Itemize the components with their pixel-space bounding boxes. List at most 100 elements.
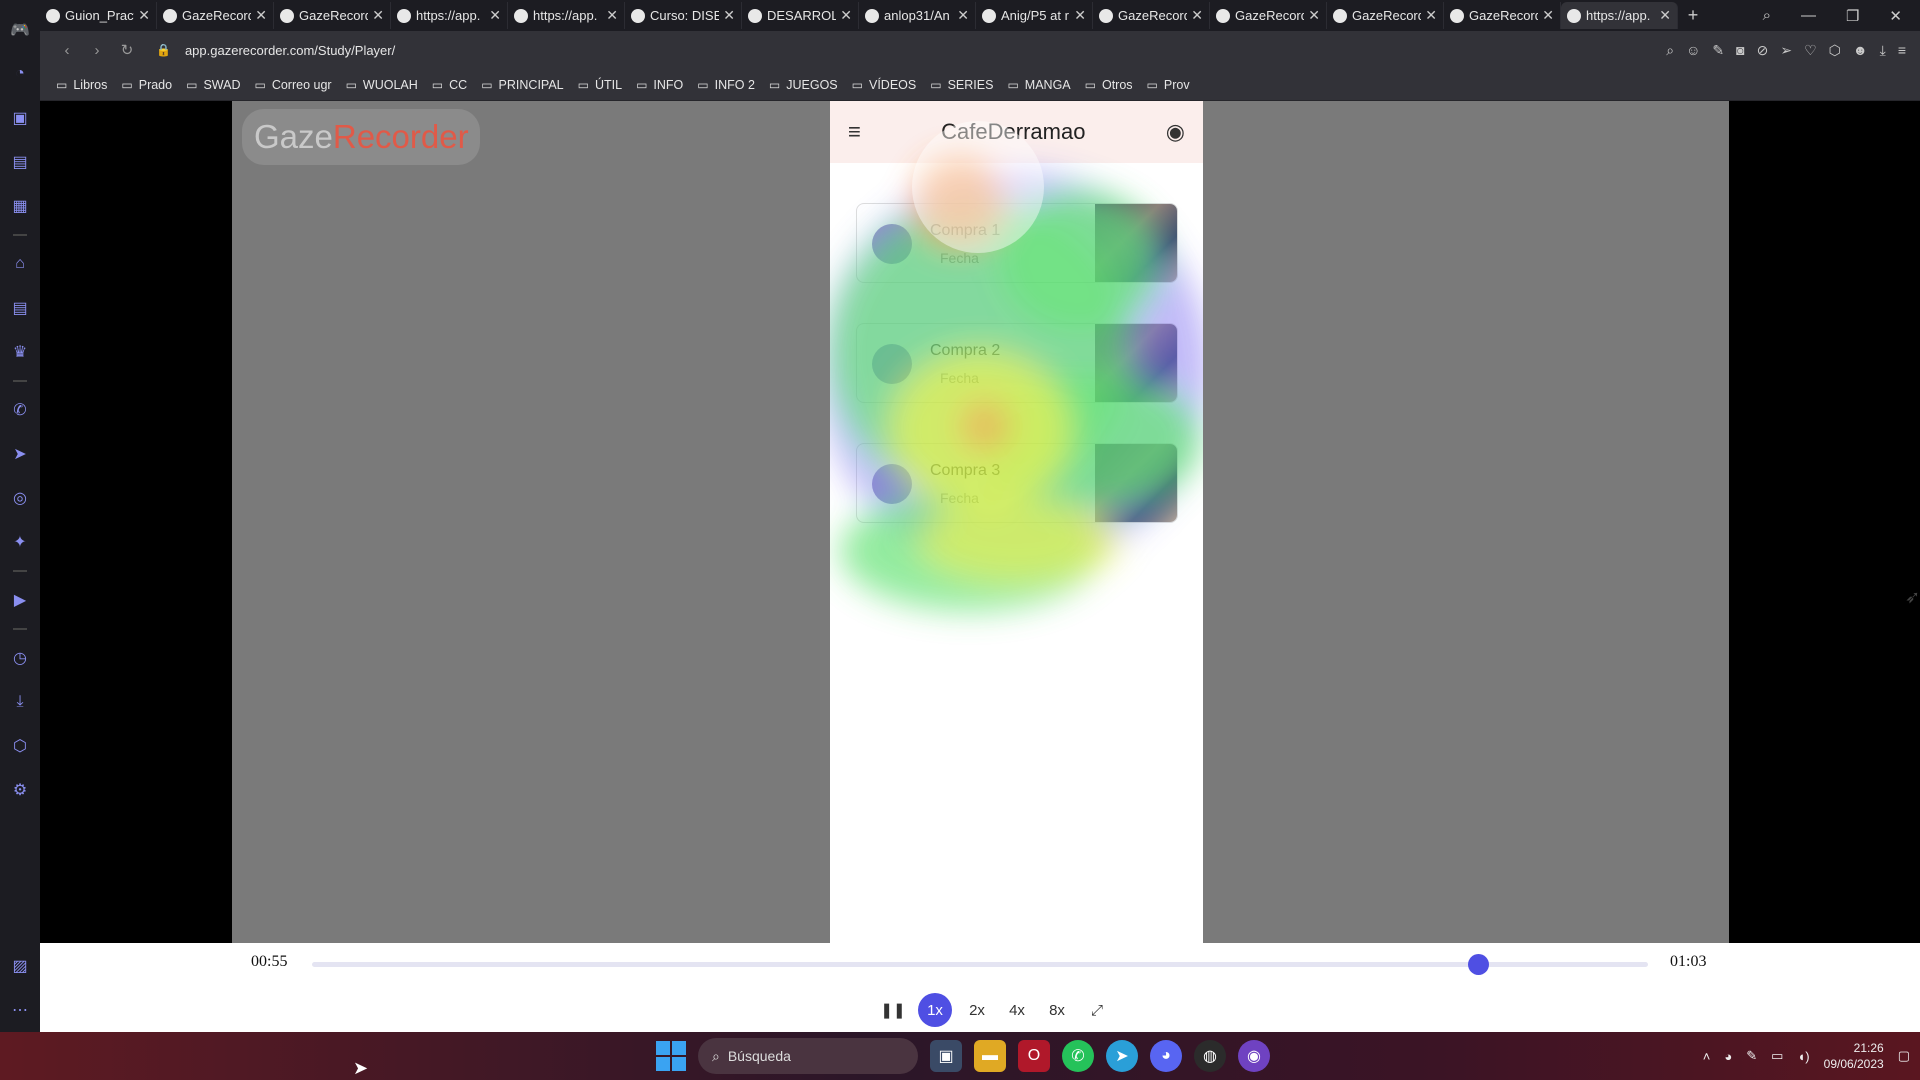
- bookmark-item[interactable]: ▭ CC: [432, 78, 467, 92]
- instagram-icon[interactable]: ◎: [7, 485, 33, 511]
- browser-tab[interactable]: GazeRecord ✕: [274, 2, 391, 29]
- chevron-up-icon[interactable]: ˄: [1703, 1049, 1711, 1064]
- progress-knob[interactable]: [1468, 954, 1490, 975]
- bookmark-item[interactable]: ▭ Correo ugr: [254, 78, 331, 92]
- document-icon[interactable]: ▤: [7, 295, 33, 321]
- account-icon[interactable]: ◉: [1166, 119, 1185, 145]
- close-tab-icon[interactable]: ✕: [1659, 7, 1671, 24]
- telegram-icon[interactable]: ➤: [7, 441, 33, 467]
- cube-icon[interactable]: ⬡: [7, 733, 33, 759]
- telegram-icon[interactable]: ➤: [1106, 1040, 1138, 1072]
- browser-tab[interactable]: https://app. ✕: [1561, 2, 1678, 29]
- briefcase-icon[interactable]: ▣: [7, 105, 33, 131]
- bookmark-item[interactable]: ▭ INFO 2: [697, 78, 755, 92]
- close-tab-icon[interactable]: ✕: [489, 7, 501, 24]
- bookmark-item[interactable]: ▭ PRINCIPAL: [481, 78, 563, 92]
- zoom-icon[interactable]: ⌕: [1666, 42, 1674, 59]
- camera-icon[interactable]: ◙: [1736, 42, 1744, 59]
- back-icon[interactable]: ‹: [52, 42, 82, 59]
- whatsapp-icon[interactable]: ✆: [7, 397, 33, 423]
- browser-tab[interactable]: DESARROLL ✕: [742, 2, 859, 29]
- bookmark-item[interactable]: ▭ Otros: [1085, 78, 1133, 92]
- settings-icon[interactable]: ⚙: [7, 777, 33, 803]
- hamburger-menu-icon[interactable]: ≡: [848, 119, 861, 145]
- download-icon[interactable]: ⤓: [7, 689, 33, 715]
- twitch-icon[interactable]: ▤: [7, 149, 33, 175]
- close-tab-icon[interactable]: ✕: [1425, 7, 1437, 24]
- browser-tab[interactable]: anlop31/An ✕: [859, 2, 976, 29]
- close-window-icon[interactable]: ✕: [1889, 7, 1902, 25]
- volume-icon[interactable]: ◖): [1797, 1049, 1809, 1064]
- close-tab-icon[interactable]: ✕: [1308, 7, 1320, 24]
- edit-icon[interactable]: ✎: [1712, 42, 1724, 59]
- url-text[interactable]: app.gazerecorder.com/Study/Player/: [185, 43, 395, 58]
- pause-icon[interactable]: ❚❚: [878, 995, 908, 1025]
- twitter-icon[interactable]: ✦: [7, 529, 33, 555]
- close-tab-icon[interactable]: ✕: [957, 7, 969, 24]
- more-icon[interactable]: ⋯: [7, 997, 33, 1023]
- whatsapp-icon[interactable]: ✆: [1062, 1040, 1094, 1072]
- close-tab-icon[interactable]: ✕: [1542, 7, 1554, 24]
- bookmark-item[interactable]: ▭ Prado: [121, 78, 172, 92]
- discord-tray-icon[interactable]: ◕: [1724, 1049, 1732, 1064]
- task-view-icon[interactable]: ▣: [930, 1040, 962, 1072]
- windows-start-icon[interactable]: [656, 1041, 686, 1071]
- clock[interactable]: 21:26 09/06/2023: [1824, 1040, 1884, 1072]
- browser-tab[interactable]: Curso: DISE ✕: [625, 2, 742, 29]
- bookmark-item[interactable]: ▭ Libros: [56, 78, 107, 92]
- home-icon[interactable]: ⌂: [7, 251, 33, 277]
- network-icon[interactable]: ▭: [1771, 1048, 1783, 1064]
- close-tab-icon[interactable]: ✕: [255, 7, 267, 24]
- bookmark-item[interactable]: ▭ WUOLAH: [346, 78, 418, 92]
- close-tab-icon[interactable]: ✕: [606, 7, 618, 24]
- new-tab-button[interactable]: +: [1678, 5, 1708, 26]
- file-explorer-icon[interactable]: ▬: [974, 1040, 1006, 1072]
- heart-icon[interactable]: ♡: [1804, 42, 1817, 59]
- bookmark-item[interactable]: ▭ ÚTIL: [578, 78, 622, 92]
- pen-icon[interactable]: ✎: [1746, 1048, 1757, 1064]
- player-icon[interactable]: ▶: [7, 587, 33, 613]
- minimize-icon[interactable]: —: [1801, 7, 1816, 25]
- github-desktop-icon[interactable]: ◉: [1238, 1040, 1270, 1072]
- search-tabs-icon[interactable]: ⌕: [1763, 7, 1771, 25]
- address-bar[interactable]: 🔒 app.gazerecorder.com/Study/Player/: [156, 43, 395, 58]
- history-icon[interactable]: ◷: [7, 645, 33, 671]
- bookmark-item[interactable]: ▭ MANGA: [1007, 78, 1070, 92]
- close-tab-icon[interactable]: ✕: [372, 7, 384, 24]
- discord-icon[interactable]: ◕: [1150, 1040, 1182, 1072]
- chip-icon[interactable]: ▦: [7, 193, 33, 219]
- taskbar-search[interactable]: ⌕ Búsqueda: [698, 1038, 918, 1074]
- browser-tab[interactable]: GazeRecord ✕: [157, 2, 274, 29]
- gamepad-icon[interactable]: 🎮: [7, 17, 33, 43]
- purchase-card[interactable]: Compra 2 Fecha: [856, 323, 1178, 403]
- bookmark-item[interactable]: ▭ Prov: [1147, 78, 1190, 92]
- image-icon[interactable]: ▨: [7, 953, 33, 979]
- purchase-card[interactable]: Compra 3 Fecha: [856, 443, 1178, 523]
- browser-tab[interactable]: GazeRecord ✕: [1093, 2, 1210, 29]
- speedometer-icon[interactable]: ◔: [7, 61, 33, 87]
- crown-icon[interactable]: ♛: [7, 339, 33, 365]
- video-player[interactable]: Gaze Recorder ≡ CafeDerramao ◉ Compra 1 F…: [232, 101, 1920, 943]
- browser-tab[interactable]: GazeRecord ✕: [1327, 2, 1444, 29]
- fullscreen-icon[interactable]: ⤢: [1082, 995, 1112, 1025]
- speed-button-8x[interactable]: 8x: [1042, 995, 1072, 1025]
- bookmark-item[interactable]: ▭ VÍDEOS: [852, 78, 917, 92]
- progress-track[interactable]: [312, 954, 1648, 975]
- close-tab-icon[interactable]: ✕: [723, 7, 735, 24]
- browser-tab[interactable]: GazeRecord ✕: [1210, 2, 1327, 29]
- browser-tab[interactable]: https://app. ✕: [508, 2, 625, 29]
- menu-icon[interactable]: ≡: [1898, 42, 1906, 59]
- browser-tab[interactable]: Anig/P5 at r ✕: [976, 2, 1093, 29]
- download-icon[interactable]: ⤓: [1880, 42, 1886, 59]
- block-icon[interactable]: ⊘: [1757, 42, 1769, 59]
- obs-icon[interactable]: ◍: [1194, 1040, 1226, 1072]
- browser-tab[interactable]: Guion_Pract ✕: [40, 2, 157, 29]
- profile-icon[interactable]: ☻: [1853, 42, 1868, 59]
- cube-icon[interactable]: ⬡: [1829, 42, 1841, 59]
- close-tab-icon[interactable]: ✕: [1074, 7, 1086, 24]
- speed-button-2x[interactable]: 2x: [962, 995, 992, 1025]
- forward-icon[interactable]: ›: [82, 42, 112, 59]
- bookmark-item[interactable]: ▭ SWAD: [186, 78, 240, 92]
- opera-icon[interactable]: O: [1018, 1040, 1050, 1072]
- speed-button-1x[interactable]: 1x: [918, 993, 952, 1027]
